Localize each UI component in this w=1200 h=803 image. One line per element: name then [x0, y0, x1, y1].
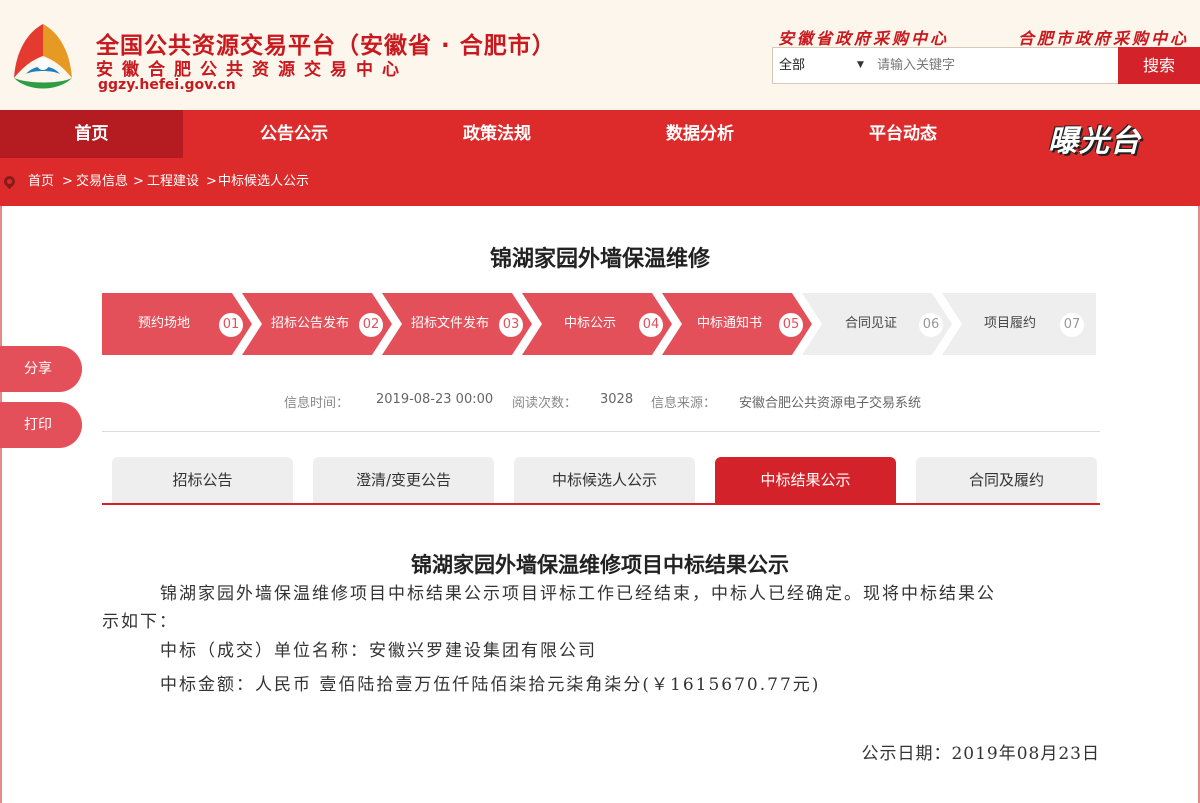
step-4: 中标公示 04: [522, 293, 672, 355]
step-number: 01: [219, 313, 243, 337]
step-number: 05: [779, 313, 803, 337]
read-count-label: 阅读次数：: [512, 396, 578, 411]
link-anhui-procurement[interactable]: 安徽省政府采购中心: [778, 25, 949, 49]
article-intro-line1: 锦湖家园外墙保温维修项目中标结果公示项目评标工作已经结束，中标人已经确定。现将中…: [160, 584, 996, 604]
step-label: 项目履约: [984, 316, 1037, 331]
breadcrumb-separator: >: [133, 174, 144, 189]
article-amount: 中标金额：人民币 壹佰陆拾壹万伍仟陆佰柒拾元柒角柒分(￥1615670.77元): [160, 675, 821, 695]
step-label: 招标文件发布: [411, 316, 490, 331]
step-3: 招标文件发布 03: [382, 293, 532, 355]
step-number: 03: [499, 313, 523, 337]
step-5: 中标通知书 05: [662, 293, 812, 355]
progress-steps: 预约场地 01 招标公告发布 02 招标文件发布 03 中标公示 04 中标通知…: [102, 293, 1096, 355]
breadcrumb-home[interactable]: 首页: [28, 158, 54, 206]
breadcrumb-construction[interactable]: 工程建设: [147, 158, 199, 206]
publish-date: 公示日期：2019年08月23日: [861, 744, 1100, 764]
nav-item-data-analysis[interactable]: 数据分析: [600, 110, 800, 158]
article-intro: 锦湖家园外墙保温维修项目中标结果公示项目评标工作已经结束，中标人已经确定。现将中…: [102, 580, 1100, 636]
print-button[interactable]: 打印: [0, 402, 82, 448]
nav-item-policies[interactable]: 政策法规: [397, 110, 597, 158]
tab-underline: [102, 503, 1100, 505]
site-logo-icon[interactable]: [6, 20, 80, 94]
step-2: 招标公告发布 02: [242, 293, 392, 355]
breadcrumb-trade-info[interactable]: 交易信息: [76, 158, 128, 206]
breadcrumb-separator: >: [62, 174, 73, 189]
info-time-label: 信息时间：: [284, 396, 350, 411]
step-number: 07: [1060, 313, 1084, 337]
project-title: 锦湖家园外墙保温维修: [489, 247, 710, 272]
share-button[interactable]: 分享: [0, 346, 82, 392]
search-category-select[interactable]: 全部: [779, 48, 805, 83]
link-hefei-procurement[interactable]: 合肥市政府采购中心: [1018, 25, 1189, 49]
divider: [102, 431, 1100, 432]
breadcrumb-current: 中标候选人公示: [218, 174, 310, 189]
tab-candidates[interactable]: 中标候选人公示: [514, 457, 695, 503]
info-time-value: 2019-08-23 00:00: [376, 392, 494, 407]
step-label: 招标公告发布: [271, 316, 350, 331]
step-1: 预约场地 01: [102, 293, 252, 355]
search-button[interactable]: 搜索: [1118, 47, 1200, 84]
search-input[interactable]: 请输入关键字: [877, 48, 955, 83]
article-title: 锦湖家园外墙保温维修项目中标结果公示: [411, 553, 789, 577]
caret-down-icon[interactable]: ▼: [857, 48, 864, 83]
search-box: 全部 ▼ 请输入关键字: [772, 47, 1120, 84]
site-url: ggzy.hefei.gov.cn: [98, 77, 236, 93]
breadcrumb-separator: >: [206, 174, 217, 189]
info-source-label: 信息来源：: [651, 396, 717, 411]
exposure-platform-logo[interactable]: 曝光台: [1048, 116, 1141, 160]
nav-item-platform-news[interactable]: 平台动态: [803, 110, 1003, 158]
step-number: 06: [919, 313, 943, 337]
tab-contract[interactable]: 合同及履约: [916, 457, 1097, 503]
step-number: 02: [359, 313, 383, 337]
step-6: 合同见证 06: [802, 293, 952, 355]
article-winner: 中标（成交）单位名称：安徽兴罗建设集团有限公司: [160, 641, 597, 661]
site-header: 全国公共资源交易平台（安徽省 · 合肥市） 安徽合肥公共资源交易中心 ggzy.…: [0, 0, 1200, 110]
main-nav: 首页 公告公示 政策法规 数据分析 平台动态 曝光台: [0, 110, 1200, 160]
nav-item-announcements[interactable]: 公告公示: [194, 110, 394, 158]
step-7: 项目履约 07: [942, 293, 1096, 355]
location-pin-icon: [1, 173, 18, 190]
step-label: 中标公示: [564, 316, 617, 331]
article-intro-line2: 示如下：: [102, 612, 178, 632]
step-label: 合同见证: [845, 316, 898, 331]
info-source-value: 安徽合肥公共资源电子交易系统: [739, 396, 922, 411]
step-label: 预约场地: [138, 316, 191, 331]
breadcrumb: 首页 > 交易信息 > 工程建设 > 中标候选人公示: [0, 158, 1200, 206]
step-label: 中标通知书: [697, 316, 763, 331]
nav-item-home[interactable]: 首页: [0, 110, 183, 158]
tab-tender-notice[interactable]: 招标公告: [112, 457, 293, 503]
tab-award-result[interactable]: 中标结果公示: [715, 457, 896, 503]
read-count-value: 3028: [600, 392, 634, 407]
tab-clarification[interactable]: 澄清/变更公告: [313, 457, 494, 503]
step-number: 04: [639, 313, 663, 337]
